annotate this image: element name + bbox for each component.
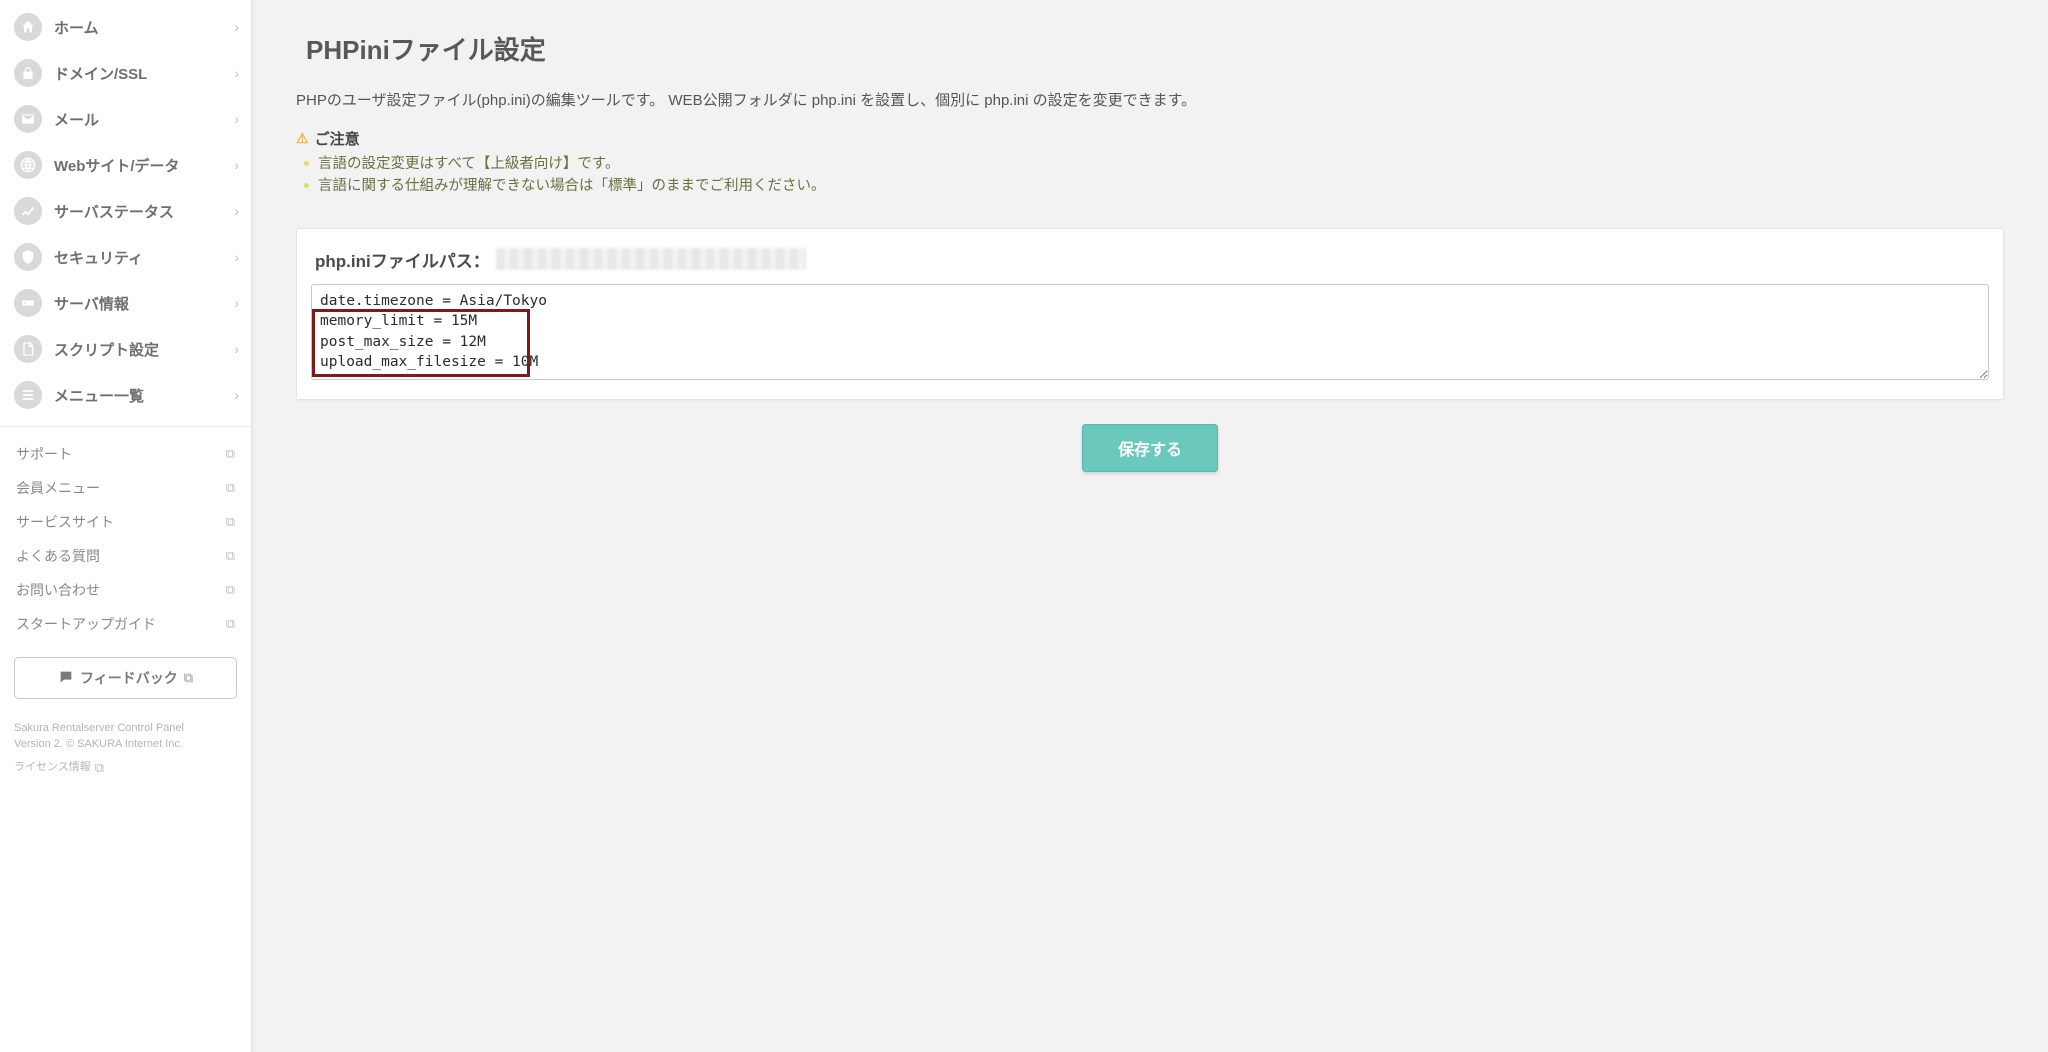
footer-line-1: Sakura Rentalserver Control Panel: [14, 721, 237, 737]
sidebar-item-domain-ssl[interactable]: ドメイン/SSL ›: [0, 50, 251, 96]
chevron-right-icon: ›: [234, 19, 239, 35]
sublink-label: スタートアップガイド: [16, 614, 156, 634]
sidebar-item-website-data[interactable]: Webサイト/データ ›: [0, 142, 251, 188]
primary-nav: ホーム › ドメイン/SSL › メール ›: [0, 0, 251, 418]
caution-item: 言語の設定変更はすべて【上級者向け】です。: [296, 153, 2004, 175]
sidebar-footer: Sakura Rentalserver Control Panel Versio…: [0, 717, 251, 792]
sidebar-item-label: Webサイト/データ: [54, 155, 234, 176]
sublink-startup-guide[interactable]: スタートアップガイド ⧉: [14, 607, 237, 641]
license-label: ライセンス情報: [14, 760, 91, 776]
sidebar-item-label: サーバステータス: [54, 201, 234, 222]
sidebar-item-label: メール: [54, 109, 234, 130]
shield-icon: [14, 243, 42, 271]
chart-icon: [14, 197, 42, 225]
external-link-icon: ⧉: [226, 548, 235, 564]
sidebar-item-home[interactable]: ホーム ›: [0, 4, 251, 50]
caution-list: 言語の設定変更はすべて【上級者向け】です。 言語に関する仕組みが理解できない場合…: [296, 153, 2004, 198]
php-ini-path-label: php.iniファイルパス：: [315, 247, 490, 272]
php-ini-path-value-redacted: [496, 248, 806, 270]
external-link-icon: ⧉: [184, 670, 193, 686]
sublink-member-menu[interactable]: 会員メニュー ⧉: [14, 471, 237, 505]
chevron-right-icon: ›: [234, 203, 239, 219]
list-icon: [14, 381, 42, 409]
home-icon: [14, 13, 42, 41]
sidebar-item-script-settings[interactable]: スクリプト設定 ›: [0, 326, 251, 372]
feedback-button[interactable]: フィードバック ⧉: [14, 657, 237, 699]
caution-block: ⚠ ご注意 言語の設定変更はすべて【上級者向け】です。 言語に関する仕組みが理解…: [296, 128, 2004, 198]
caution-heading: ご注意: [315, 128, 360, 149]
sidebar-item-menu-list[interactable]: メニュー一覧 ›: [0, 372, 251, 418]
chevron-right-icon: ›: [234, 295, 239, 311]
sublink-label: サービスサイト: [16, 512, 114, 532]
sublink-label: お問い合わせ: [16, 580, 100, 600]
sublink-contact[interactable]: お問い合わせ ⧉: [14, 573, 237, 607]
sidebar-item-label: サーバ情報: [54, 293, 234, 314]
globe-icon: [14, 151, 42, 179]
mail-icon: [14, 105, 42, 133]
sidebar-item-label: セキュリティ: [54, 247, 234, 268]
chevron-right-icon: ›: [234, 387, 239, 403]
sidebar: ホーム › ドメイン/SSL › メール ›: [0, 0, 252, 1052]
chevron-right-icon: ›: [234, 111, 239, 127]
sidebar-item-mail[interactable]: メール ›: [0, 96, 251, 142]
sidebar-item-server-info[interactable]: サーバ情報 ›: [0, 280, 251, 326]
chevron-right-icon: ›: [234, 65, 239, 81]
sublink-label: 会員メニュー: [16, 478, 100, 498]
sublink-faq[interactable]: よくある質問 ⧉: [14, 539, 237, 573]
editor-panel: php.iniファイルパス：: [296, 228, 2004, 400]
sidebar-item-label: ドメイン/SSL: [54, 63, 234, 84]
main-content: PHPiniファイル設定 PHPのユーザ設定ファイル(php.ini)の編集ツー…: [252, 0, 2048, 1052]
chevron-right-icon: ›: [234, 157, 239, 173]
external-link-icon: ⧉: [226, 446, 235, 462]
sidebar-item-server-status[interactable]: サーバステータス ›: [0, 188, 251, 234]
external-link-icon: ⧉: [226, 582, 235, 598]
sublink-label: サポート: [16, 444, 72, 464]
sidebar-item-label: ホーム: [54, 17, 234, 38]
footer-line-2: Version 2. © SAKURA Internet Inc.: [14, 737, 237, 753]
chevron-right-icon: ›: [234, 249, 239, 265]
page-title: PHPiniファイル設定: [296, 30, 2004, 67]
sidebar-item-label: メニュー一覧: [54, 385, 234, 406]
lock-icon: [14, 59, 42, 87]
external-link-icon: ⧉: [226, 514, 235, 530]
php-ini-editor[interactable]: [311, 284, 1989, 380]
page-intro: PHPのユーザ設定ファイル(php.ini)の編集ツールです。 WEB公開フォル…: [296, 89, 2004, 110]
external-link-icon: ⧉: [226, 480, 235, 496]
external-link-icon: ⧉: [95, 759, 104, 778]
secondary-nav: サポート ⧉ 会員メニュー ⧉ サービスサイト ⧉ よくある質問 ⧉ お問い合わ…: [0, 426, 251, 647]
chevron-right-icon: ›: [234, 341, 239, 357]
sublink-label: よくある質問: [16, 546, 100, 566]
save-button[interactable]: 保存する: [1082, 424, 1218, 472]
sublink-support[interactable]: サポート ⧉: [14, 437, 237, 471]
sublink-service-site[interactable]: サービスサイト ⧉: [14, 505, 237, 539]
feedback-label: フィードバック: [80, 668, 178, 688]
script-icon: [14, 335, 42, 363]
warning-icon: ⚠: [296, 130, 309, 147]
external-link-icon: ⧉: [226, 616, 235, 632]
editor-wrap: [311, 284, 1989, 383]
caution-item: 言語に関する仕組みが理解できない場合は「標準」のままでご利用ください。: [296, 175, 2004, 197]
license-info-link[interactable]: ライセンス情報 ⧉: [14, 759, 237, 778]
server-icon: [14, 289, 42, 317]
comment-icon: [58, 669, 74, 688]
sidebar-item-label: スクリプト設定: [54, 339, 234, 360]
sidebar-item-security[interactable]: セキュリティ ›: [0, 234, 251, 280]
